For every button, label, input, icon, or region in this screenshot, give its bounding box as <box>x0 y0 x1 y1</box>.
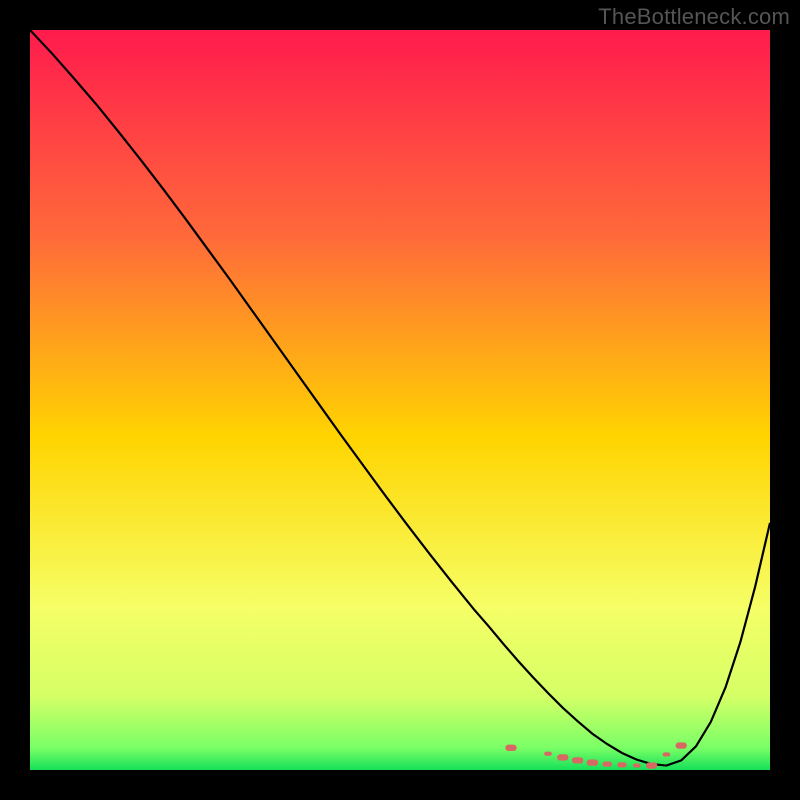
curve-marker <box>633 763 641 767</box>
app-frame: TheBottleneck.com <box>0 0 800 800</box>
curve-marker <box>544 752 552 756</box>
curve-marker <box>505 745 516 751</box>
bottleneck-chart <box>30 30 770 770</box>
curve-marker <box>557 754 568 760</box>
gradient-background <box>30 30 770 770</box>
curve-marker <box>663 752 671 756</box>
curve-marker <box>587 759 598 765</box>
curve-marker <box>602 761 612 766</box>
watermark-text: TheBottleneck.com <box>598 4 790 30</box>
curve-marker <box>617 762 627 767</box>
curve-marker <box>572 757 583 763</box>
curve-marker <box>646 762 657 768</box>
curve-marker <box>676 742 687 748</box>
plot-area <box>30 30 770 770</box>
